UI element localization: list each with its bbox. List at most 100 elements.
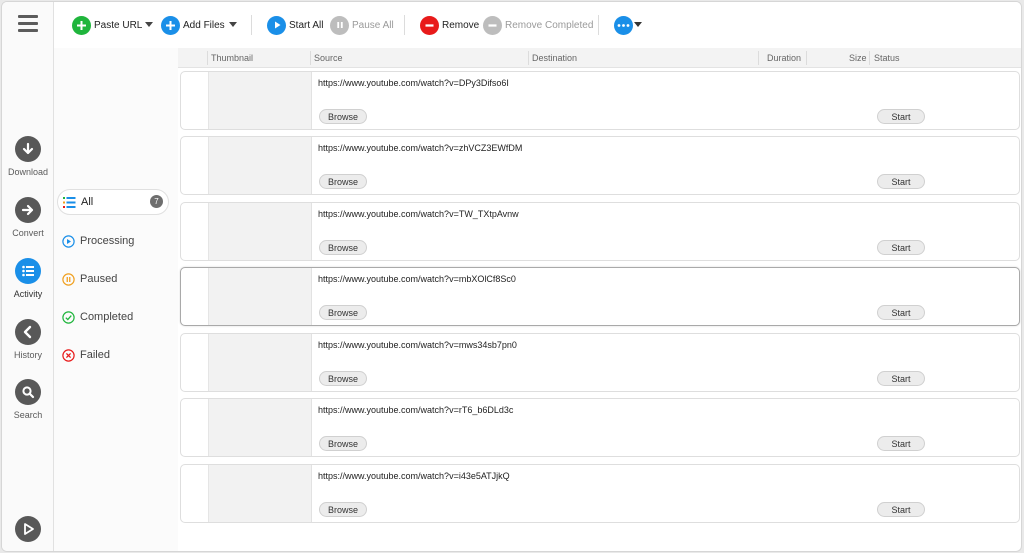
category-panel: All 7 Processing Paused Completed Failed <box>54 48 178 551</box>
search-icon <box>15 379 41 405</box>
source-url: https://www.youtube.com/watch?v=i43e5ATJ… <box>318 471 510 481</box>
header-destination[interactable]: Destination <box>532 53 577 63</box>
add-files-dropdown-icon[interactable] <box>229 22 237 27</box>
add-files-button[interactable]: Add Files <box>161 15 225 35</box>
browse-button[interactable]: Browse <box>319 371 367 386</box>
more-options-dropdown-icon[interactable] <box>634 22 642 27</box>
play-icon[interactable] <box>15 516 41 542</box>
start-button[interactable]: Start <box>877 436 925 451</box>
row-gutter <box>181 268 209 325</box>
browse-button[interactable]: Browse <box>319 109 367 124</box>
category-paused[interactable]: Paused <box>57 266 169 292</box>
app-window: Download Convert Activity History Search <box>1 1 1022 552</box>
nav-convert[interactable]: Convert <box>2 197 54 238</box>
list-icon <box>62 195 76 209</box>
start-button[interactable]: Start <box>877 371 925 386</box>
start-button[interactable]: Start <box>877 502 925 517</box>
header-source[interactable]: Source <box>314 53 343 63</box>
nav-search-label: Search <box>13 410 43 420</box>
header-thumbnail[interactable]: Thumbnail <box>211 53 253 63</box>
start-button[interactable]: Start <box>877 174 925 189</box>
toolbar-divider <box>404 15 405 35</box>
table-row[interactable]: https://www.youtube.com/watch?v=mws34sb7… <box>180 333 1020 392</box>
header-status[interactable]: Status <box>874 53 900 63</box>
start-all-label: Start All <box>289 19 324 31</box>
nav-activity-label: Activity <box>13 289 43 299</box>
source-url: https://www.youtube.com/watch?v=zhVCZ3EW… <box>318 143 523 153</box>
table-header: Thumbnail Source Destination Duration Si… <box>178 48 1021 68</box>
nav-activity[interactable]: Activity <box>2 258 54 299</box>
play-icon <box>267 15 286 35</box>
table-row[interactable]: https://www.youtube.com/watch?v=zhVCZ3EW… <box>180 136 1020 195</box>
table-row[interactable]: https://www.youtube.com/watch?v=TW_TXtpA… <box>180 202 1020 261</box>
source-url: https://www.youtube.com/watch?v=rT6_b6DL… <box>318 405 514 415</box>
table-row[interactable]: https://www.youtube.com/watch?v=i43e5ATJ… <box>180 464 1020 523</box>
thumbnail <box>209 465 312 522</box>
row-gutter <box>181 465 209 522</box>
nav-history[interactable]: History <box>2 319 54 360</box>
paused-icon <box>61 272 75 286</box>
paste-url-label: Paste URL <box>94 19 143 31</box>
browse-button[interactable]: Browse <box>319 174 367 189</box>
row-gutter <box>181 334 209 391</box>
thumbnail <box>209 399 312 456</box>
table-row[interactable]: https://www.youtube.com/watch?v=DPy3Difs… <box>180 71 1020 130</box>
browse-button[interactable]: Browse <box>319 436 367 451</box>
nav-download-label: Download <box>7 167 49 177</box>
history-icon <box>15 319 41 345</box>
header-size[interactable]: Size <box>849 53 867 63</box>
paste-url-dropdown-icon[interactable] <box>145 22 153 27</box>
thumbnail <box>209 72 312 129</box>
browse-button[interactable]: Browse <box>319 502 367 517</box>
table-row[interactable]: https://www.youtube.com/watch?v=mbXOlCf8… <box>180 267 1020 326</box>
start-button[interactable]: Start <box>877 240 925 255</box>
row-gutter <box>181 399 209 456</box>
row-gutter <box>181 203 209 260</box>
category-completed[interactable]: Completed <box>57 304 169 330</box>
remove-completed-label: Remove Completed <box>505 19 594 31</box>
category-all-label: All <box>81 196 94 208</box>
menu-icon[interactable] <box>18 15 38 33</box>
nav-search[interactable]: Search <box>2 379 54 420</box>
pause-icon <box>330 15 349 35</box>
nav-download[interactable]: Download <box>2 136 54 177</box>
source-url: https://www.youtube.com/watch?v=mws34sb7… <box>318 340 517 350</box>
start-button[interactable]: Start <box>877 305 925 320</box>
row-gutter <box>181 137 209 194</box>
more-icon <box>614 15 633 35</box>
activity-icon <box>15 258 41 284</box>
plus-icon <box>161 15 180 35</box>
more-options-button[interactable] <box>614 15 636 35</box>
plus-icon <box>72 15 91 35</box>
toolbar-divider <box>251 15 252 35</box>
browse-button[interactable]: Browse <box>319 305 367 320</box>
start-button[interactable]: Start <box>877 109 925 124</box>
nav-history-label: History <box>13 350 42 360</box>
count-badge: 7 <box>150 195 163 208</box>
table-row[interactable]: https://www.youtube.com/watch?v=rT6_b6DL… <box>180 398 1020 457</box>
minus-icon <box>420 15 439 35</box>
nav-convert-label: Convert <box>12 228 44 238</box>
category-processing-label: Processing <box>80 235 135 247</box>
column-divider <box>806 51 807 65</box>
remove-button[interactable]: Remove <box>420 15 479 35</box>
category-paused-label: Paused <box>80 273 118 285</box>
source-url: https://www.youtube.com/watch?v=mbXOlCf8… <box>318 274 516 284</box>
pause-all-label: Pause All <box>352 19 394 31</box>
paste-url-button[interactable]: Paste URL <box>72 15 142 35</box>
category-processing[interactable]: Processing <box>57 228 169 254</box>
category-failed[interactable]: Failed <box>57 342 169 368</box>
check-icon <box>61 310 75 324</box>
pause-all-button[interactable]: Pause All <box>330 15 394 35</box>
category-all[interactable]: All 7 <box>57 189 169 215</box>
convert-icon <box>15 197 41 223</box>
header-duration[interactable]: Duration <box>767 53 801 63</box>
remove-completed-button[interactable]: Remove Completed <box>483 15 593 35</box>
processing-icon <box>61 234 75 248</box>
row-gutter <box>181 72 209 129</box>
start-all-button[interactable]: Start All <box>267 15 323 35</box>
add-files-label: Add Files <box>183 19 225 31</box>
thumbnail <box>209 137 312 194</box>
thumbnail <box>209 334 312 391</box>
browse-button[interactable]: Browse <box>319 240 367 255</box>
